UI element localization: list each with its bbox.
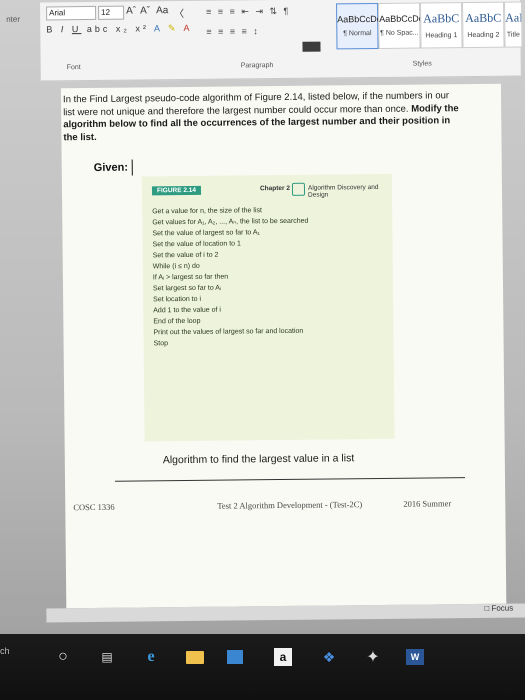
chapter-bubble-icon (291, 182, 306, 196)
footer-test: Test 2 Algorithm Development - (Test-2C) (217, 499, 363, 511)
subscript-icon[interactable]: x₂ (116, 24, 130, 34)
paragraph-group-label: Paragraph (240, 62, 274, 70)
style-sample: AaBbC (505, 10, 523, 25)
italic-icon[interactable]: I (61, 24, 67, 34)
language-indicator[interactable]: ch (0, 646, 10, 656)
style-sample: AaBbC (423, 11, 460, 26)
figure-header: FIGURE 2.14 Chapter 2 Algorithm Discover… (151, 180, 392, 201)
figure-badge: FIGURE 2.14 (151, 185, 202, 196)
styles-group-label: Styles (412, 60, 432, 68)
grow-font-icon[interactable]: Aˆ (126, 6, 136, 17)
shading-icon[interactable] (302, 41, 321, 52)
algorithm-line: Stop (153, 340, 169, 348)
focus-mode-button[interactable]: □ Focus (484, 604, 513, 613)
font-color-icon[interactable]: A (183, 23, 192, 33)
style-sample: AaBbC (465, 10, 502, 26)
algorithm-line: Get values for A₁, A₂, ..., Aₙ, the list… (152, 217, 309, 227)
style-name: ¶ Normal (343, 30, 372, 38)
search-icon[interactable]: ○ (52, 646, 74, 668)
shrink-font-icon[interactable]: Aˇ (140, 5, 150, 16)
change-case-icon[interactable]: Aa (156, 5, 168, 16)
format-buttons: B I U abc x₂ x² A ✎ A (46, 23, 192, 36)
style-heading-1[interactable]: AaBbC Heading 1 (420, 2, 463, 49)
question-text: In the Find Largest pseudo-code algorith… (63, 90, 464, 144)
task-view-icon[interactable]: ▤ (96, 646, 118, 668)
text-cursor (131, 159, 133, 176)
font-name-dropdown[interactable]: Arial (46, 5, 97, 21)
style-name: ¶ No Spac... (380, 29, 419, 37)
font-size-dropdown[interactable]: 12 (98, 5, 125, 20)
underline-icon[interactable]: U (72, 24, 82, 34)
focus-label: Focus (491, 603, 514, 613)
text-effects-icon[interactable]: A (154, 23, 163, 33)
style-sample: AaBbCcDc (337, 13, 382, 25)
amazon-letter: a (274, 648, 292, 666)
question-plain: In the Find Largest pseudo-code algorith… (62, 90, 450, 118)
list-icons[interactable]: ≡ ≡ ≡ ⇤ ⇥ ⇅ ¶ (206, 6, 290, 18)
style-normal[interactable]: AaBbCcDc ¶ Normal (336, 2, 382, 50)
style-no-spacing[interactable]: AaBbCcDc ¶ No Spac... (378, 2, 424, 49)
ribbon: nter Arial 12 Aˆ Aˇ Aa 〈 B I U abc x₂ x²… (6, 0, 523, 82)
superscript-icon[interactable]: x² (135, 23, 149, 33)
file-explorer-icon[interactable] (184, 646, 206, 668)
algorithm-listing: Get a value for n, the size of the list G… (152, 205, 310, 350)
style-heading-2[interactable]: AaBbC Heading 2 (462, 1, 505, 49)
screen-photo: nter Arial 12 Aˆ Aˇ Aa 〈 B I U abc x₂ x²… (0, 0, 525, 700)
word-icon[interactable]: W (404, 646, 426, 668)
bold-icon[interactable]: B (46, 24, 55, 34)
align-icons[interactable]: ≡ ≡ ≡ ≡ ↕ (206, 26, 260, 37)
given-label: Given: (93, 161, 129, 174)
style-title[interactable]: AaBbC Title (504, 1, 523, 48)
figure-image: FIGURE 2.14 Chapter 2 Algorithm Discover… (141, 173, 395, 442)
figure-caption: Algorithm to find the largest value in a… (162, 452, 355, 467)
style-name: Title (506, 31, 520, 39)
algorithm-line: Print out the values of largest so far a… (153, 327, 304, 337)
footer-semester: 2016 Summer (403, 498, 452, 509)
style-name: Heading 1 (425, 32, 458, 40)
font-group-label: Font (66, 64, 81, 72)
footer-course: COSC 1336 (73, 501, 115, 513)
style-sample: AaBbCcDc (379, 13, 424, 24)
app-icon[interactable]: ✦ (362, 646, 384, 668)
figure-chapter-title: Algorithm Discovery and Design (307, 183, 379, 199)
store-icon[interactable] (224, 646, 246, 668)
edge-icon[interactable]: e (140, 646, 162, 668)
amazon-icon[interactable]: a (272, 646, 294, 668)
word-window: nter Arial 12 Aˆ Aˇ Aa 〈 B I U abc x₂ x²… (6, 0, 525, 700)
strikethrough-icon[interactable]: abc (87, 24, 111, 34)
figure-chapter: Chapter 2 (259, 184, 290, 193)
style-name: Heading 2 (467, 31, 500, 40)
word-letter: W (406, 649, 424, 665)
clipboard-label: nter (6, 14, 21, 24)
clear-formatting-icon[interactable]: 〈 (174, 5, 184, 20)
taskbar: ch ○ ▤ e a ❖ ✦ W (0, 634, 525, 700)
highlight-icon[interactable]: ✎ (168, 23, 179, 33)
dropbox-icon[interactable]: ❖ (318, 646, 340, 668)
